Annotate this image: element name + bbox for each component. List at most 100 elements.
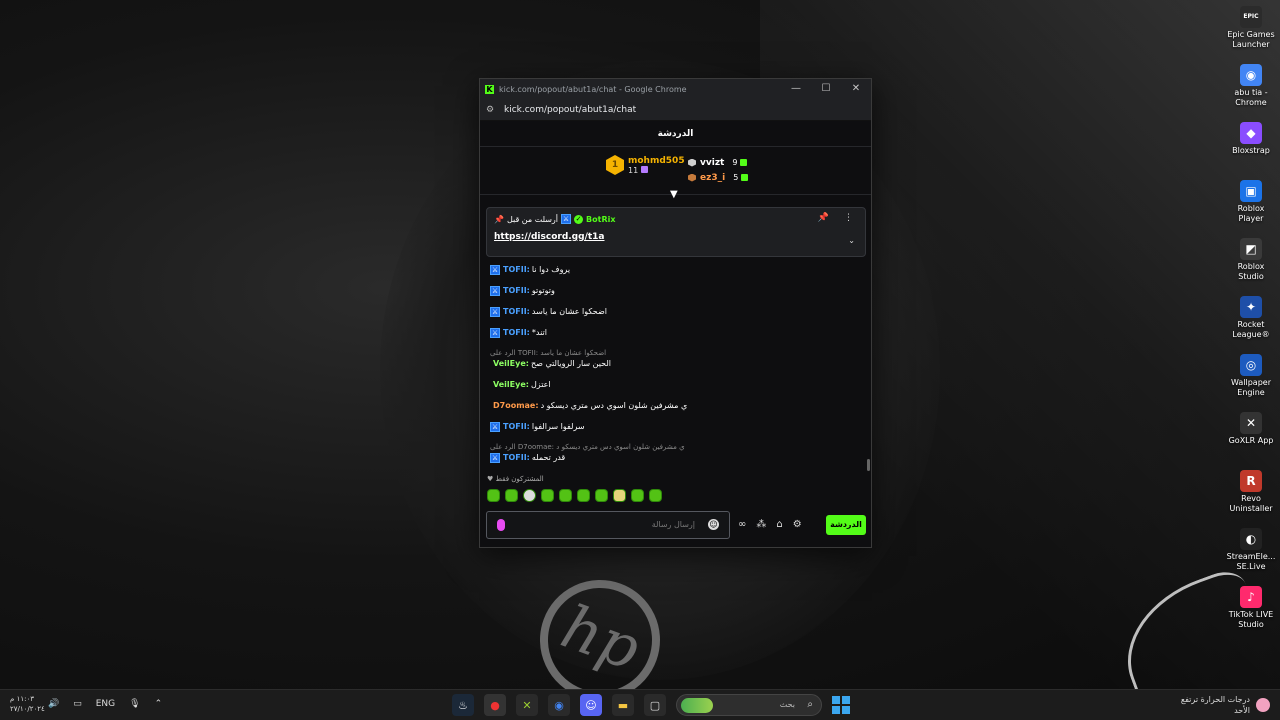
chat-message[interactable]: VeilEye: اعتزل <box>490 379 860 390</box>
chrome-taskbar-icon[interactable]: ◉ <box>548 694 570 716</box>
desktop-shortcut[interactable]: ✦ Rocket League® <box>1226 296 1276 352</box>
weather-line1: درجات الحرارة ترتفع <box>1180 695 1250 704</box>
store-icon[interactable]: ⌂ <box>776 519 782 530</box>
desktop-shortcut[interactable]: R Revo Uninstaller <box>1226 470 1276 526</box>
maximize-icon[interactable]: ☐ <box>811 79 841 99</box>
xbox-icon[interactable]: ✕ <box>516 694 538 716</box>
close-icon[interactable]: ✕ <box>841 79 871 99</box>
site-settings-icon[interactable]: ⚙ <box>486 105 496 115</box>
title-bar[interactable]: K kick.com/popout/abut1a/chat - Google C… <box>480 79 871 99</box>
chat-input[interactable]: إرسال رسالة ☺ <box>486 511 730 539</box>
chat-header: الدردشة <box>480 121 871 147</box>
chevron-up-icon[interactable]: ⌃ <box>155 699 163 709</box>
reply-reference[interactable]: الرد على TOFII: اضحكوا عشان ما ياسد <box>490 348 606 358</box>
emote-icon[interactable] <box>649 489 662 502</box>
revo-icon: R <box>1240 470 1262 492</box>
emote-icon[interactable] <box>559 489 572 502</box>
chat-username[interactable]: D7oomae: <box>493 400 539 411</box>
reply-reference[interactable]: الرد على D7oomae: ي مشرفين شلون اسوي دس … <box>490 442 685 452</box>
chat-message-reply[interactable]: الرد على TOFII: اضحكوا عشان ما ياسد Veil… <box>490 348 860 369</box>
emoji-icon[interactable]: ☺ <box>708 519 719 530</box>
chat-message-reply[interactable]: الرد على D7oomae: ي مشرفين شلون اسوي دس … <box>490 442 860 463</box>
language-indicator[interactable]: ENG <box>96 699 115 709</box>
chat-username[interactable]: VeilEye: <box>493 358 529 369</box>
emote-icon[interactable] <box>505 489 518 502</box>
chevron-down-icon[interactable]: ⌄ <box>848 236 855 245</box>
volume-icon[interactable]: 🔊 <box>48 699 59 709</box>
wallpaper-engine-icon: ◎ <box>1240 354 1262 376</box>
emote-icon[interactable] <box>595 489 608 502</box>
users-icon[interactable]: ⁂ <box>756 519 766 530</box>
chat-username[interactable]: TOFII: <box>503 421 530 432</box>
silver-medal-icon <box>688 158 696 167</box>
emote-icon[interactable] <box>613 489 626 502</box>
emote-icon[interactable] <box>541 489 554 502</box>
desktop-shortcut[interactable]: ◐ StreamEle... SE.Live <box>1226 528 1276 584</box>
emote-icon[interactable] <box>577 489 590 502</box>
more-options-icon[interactable]: ⋮ <box>844 213 853 223</box>
chat-username[interactable]: TOFII: <box>503 452 530 463</box>
pinned-user[interactable]: BotRix <box>586 215 615 224</box>
weather-widget[interactable]: درجات الحرارة ترتفع الأحد <box>1181 694 1270 716</box>
desktop-shortcut[interactable]: ◉ abu tia - Chrome <box>1226 64 1276 120</box>
desktop-shortcut-label: StreamEle... SE.Live <box>1226 552 1276 571</box>
emote-icon[interactable] <box>523 489 536 502</box>
leaderboard-third[interactable]: ez3_i 5 <box>688 170 749 185</box>
desktop-shortcut[interactable]: ✕ GoXLR App <box>1226 412 1276 468</box>
clock-time: ١١:٠٣ م <box>10 695 34 703</box>
url-text[interactable]: kick.com/popout/abut1a/chat <box>504 105 636 115</box>
send-chat-button[interactable]: الدردشة <box>826 515 866 535</box>
desktop-shortcut[interactable]: ◎ Wallpaper Engine <box>1226 354 1276 410</box>
leaderboard-first-name: mohmd505 <box>628 155 685 166</box>
leaderboard-second[interactable]: vvizt 9 <box>688 155 748 170</box>
steam-icon[interactable]: ♨ <box>452 694 474 716</box>
search-highlight-icon <box>681 698 713 713</box>
moderator-badge-icon: ⚔ <box>490 452 500 463</box>
chat-username[interactable]: TOFII: <box>503 306 530 317</box>
leaderboard-first[interactable]: 1 mohmd505 11 <box>606 155 685 175</box>
taskbar-search[interactable]: بحث ⌕ <box>676 694 822 716</box>
emote-icon[interactable] <box>487 489 500 502</box>
desktop-shortcut[interactable]: ◆ Bloxstrap <box>1226 122 1276 178</box>
desktop-shortcut-label: Roblox Studio <box>1237 262 1265 281</box>
emote-icon[interactable] <box>631 489 644 502</box>
pinned-link[interactable]: https://discord.gg/t1a <box>494 232 605 242</box>
chat-username[interactable]: TOFII: <box>503 264 530 275</box>
chat-scrollbar[interactable] <box>867 459 870 471</box>
discord-icon[interactable]: ☺ <box>580 694 602 716</box>
pin-icon[interactable]: 📌 <box>818 213 829 223</box>
chat-text: اضحكوا عشان ما ياسد <box>531 307 607 316</box>
infinity-icon[interactable]: ∞ <box>738 519 746 530</box>
search-placeholder: بحث <box>779 700 795 709</box>
chat-message[interactable]: ⚔ TOFII: اضحكوا عشان ما ياسد <box>490 306 860 317</box>
minimize-icon[interactable]: — <box>781 79 811 99</box>
microphone-icon[interactable] <box>497 519 505 531</box>
chat-message[interactable]: ⚔ TOFII: وتوتوتو <box>490 285 860 296</box>
file-explorer-icon[interactable]: ▬ <box>612 694 634 716</box>
desktop-shortcut-label: TikTok LIVE Studio <box>1228 610 1274 629</box>
chat-message[interactable]: D7oomae: ي مشرفين شلون اسوي دس متري ديسك… <box>490 400 860 411</box>
desktop-shortcut[interactable]: ◩ Roblox Studio <box>1226 238 1276 294</box>
network-icon[interactable]: ▭ <box>73 699 82 709</box>
chat-username[interactable]: TOFII: <box>503 327 530 338</box>
chat-message[interactable]: ⚔ TOFII: يروف دوا نا <box>490 264 860 275</box>
chat-message[interactable]: ⚔ TOFII: سرلفوا سرالفوا <box>490 421 860 432</box>
mic-tray-icon[interactable]: 🎙 <box>129 699 140 709</box>
desktop-shortcut[interactable]: ♪ TikTok LIVE Studio <box>1226 586 1276 642</box>
desktop-shortcut[interactable]: ▣ Roblox Player <box>1226 180 1276 236</box>
address-bar[interactable]: ⚙ kick.com/popout/abut1a/chat <box>480 99 871 121</box>
start-menu-icon[interactable] <box>832 696 850 714</box>
task-view-icon[interactable]: ▢ <box>644 694 666 716</box>
desktop-shortcut-label: Epic Games Launcher <box>1227 30 1275 49</box>
collapse-arrow-icon[interactable]: ▼ <box>670 189 678 200</box>
chat-username[interactable]: TOFII: <box>503 285 530 296</box>
leaderboard-third-name: ez3_i <box>700 172 726 183</box>
gift-icon <box>641 165 649 173</box>
settings-gear-icon[interactable]: ⚙ <box>793 519 802 530</box>
desktop-shortcut[interactable]: EPIC Epic Games Launcher <box>1226 6 1276 62</box>
app-red-icon[interactable]: ● <box>484 694 506 716</box>
clock[interactable]: ١١:٠٣ م ٢٧/١٠/٢٠٢٤ <box>10 694 45 714</box>
chat-message[interactable]: ⚔ TOFII: *اتند <box>490 327 860 338</box>
chat-username[interactable]: VeilEye: <box>493 379 529 390</box>
moderator-badge-icon: ⚔ <box>490 327 500 338</box>
